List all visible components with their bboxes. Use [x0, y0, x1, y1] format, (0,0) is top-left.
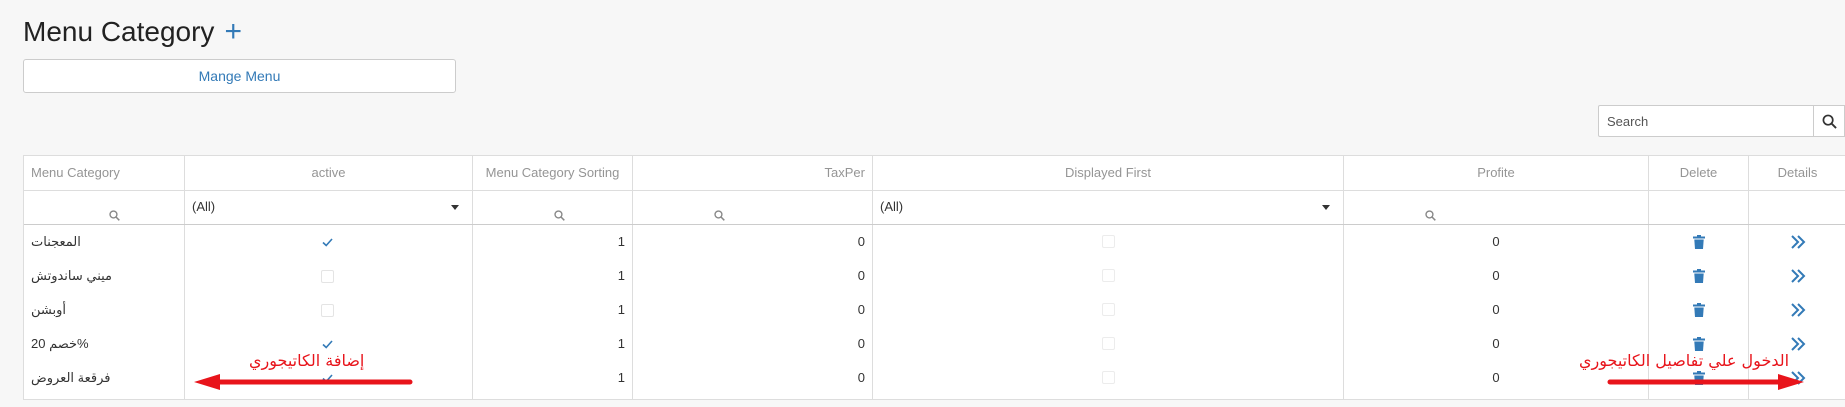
row-sorting: 1 — [617, 370, 625, 385]
active-checkbox[interactable] — [321, 304, 334, 317]
row-taxper: 0 — [857, 370, 865, 385]
row-sorting: 1 — [617, 268, 625, 283]
header-details: Details — [1777, 165, 1818, 180]
double-chevron-right-icon[interactable] — [1790, 336, 1806, 352]
displayed-first-checkbox[interactable] — [1102, 235, 1115, 248]
row-sorting: 1 — [617, 234, 625, 249]
annotation-category-details: الدخول علي تفاصيل الكاتيجوري — [1579, 351, 1790, 370]
header-sorting[interactable]: Menu Category Sorting — [473, 156, 632, 190]
header-menu-category[interactable]: Menu Category — [24, 156, 184, 190]
header-taxper[interactable]: TaxPer — [633, 156, 872, 190]
row-sorting: 1 — [617, 336, 625, 351]
displayed-first-checkbox[interactable] — [1102, 303, 1115, 316]
trash-icon[interactable] — [1693, 235, 1705, 249]
chevron-down-icon — [1322, 205, 1330, 210]
search-button[interactable] — [1814, 105, 1845, 137]
row-sorting: 1 — [617, 302, 625, 317]
header-active[interactable]: active — [185, 156, 472, 190]
displayed-first-checkbox[interactable] — [1102, 371, 1115, 384]
row-category-name: خصم 20% — [31, 336, 89, 351]
row-profit: 0 — [1492, 268, 1500, 283]
header-delete: Delete — [1679, 165, 1718, 180]
search-icon — [1822, 114, 1837, 129]
row-taxper: 0 — [857, 302, 865, 317]
row-profit: 0 — [1492, 302, 1500, 317]
displayed-first-checkbox[interactable] — [1102, 337, 1115, 350]
chevron-down-icon — [451, 205, 459, 210]
page-title: Menu Category — [23, 16, 215, 47]
active-filter-select[interactable]: (All) — [185, 190, 472, 224]
double-chevron-right-icon[interactable] — [1790, 234, 1806, 250]
page-title-bar: Menu Category + — [23, 16, 242, 48]
add-category-button[interactable]: + — [224, 17, 242, 47]
displayed-first-filter-select[interactable]: (All) — [873, 190, 1343, 224]
double-chevron-right-icon[interactable] — [1790, 302, 1806, 318]
active-checkmark-icon[interactable] — [321, 236, 334, 249]
trash-icon[interactable] — [1693, 337, 1705, 351]
active-checkbox[interactable] — [321, 270, 334, 283]
annotation-add-category: إضافة الكاتيجوري — [249, 351, 365, 370]
manage-menu-button[interactable]: Mange Menu — [23, 59, 456, 93]
displayed-first-checkbox[interactable] — [1102, 269, 1115, 282]
filter-search-icon[interactable] — [554, 210, 565, 221]
row-taxper: 0 — [857, 268, 865, 283]
row-category-name: ميني ساندوتش — [31, 268, 113, 283]
header-displayed-first[interactable]: Displayed First — [873, 156, 1343, 190]
row-profit: 0 — [1492, 234, 1500, 249]
row-taxper: 0 — [857, 234, 865, 249]
double-chevron-right-icon[interactable] — [1790, 268, 1806, 284]
row-taxper: 0 — [857, 336, 865, 351]
search-input[interactable] — [1598, 105, 1814, 137]
filter-search-icon[interactable] — [714, 210, 725, 221]
row-category-name: المعجنات — [31, 234, 81, 249]
row-category-name: أوبشن — [31, 302, 67, 317]
displayed-first-filter-value: (All) — [880, 199, 904, 214]
trash-icon[interactable] — [1693, 303, 1705, 317]
trash-icon[interactable] — [1693, 269, 1705, 283]
category-grid: Menu Category active Menu Category Sorti… — [23, 155, 1845, 400]
filter-search-icon[interactable] — [109, 210, 120, 221]
active-checkmark-icon[interactable] — [321, 338, 334, 351]
arrow-left-icon — [194, 374, 413, 390]
active-filter-value: (All) — [192, 199, 216, 214]
row-category-name: فرقعة العروض — [31, 370, 111, 385]
filter-search-icon[interactable] — [1425, 210, 1436, 221]
header-profite[interactable]: Profite — [1344, 156, 1648, 190]
arrow-right-icon — [1607, 374, 1804, 390]
